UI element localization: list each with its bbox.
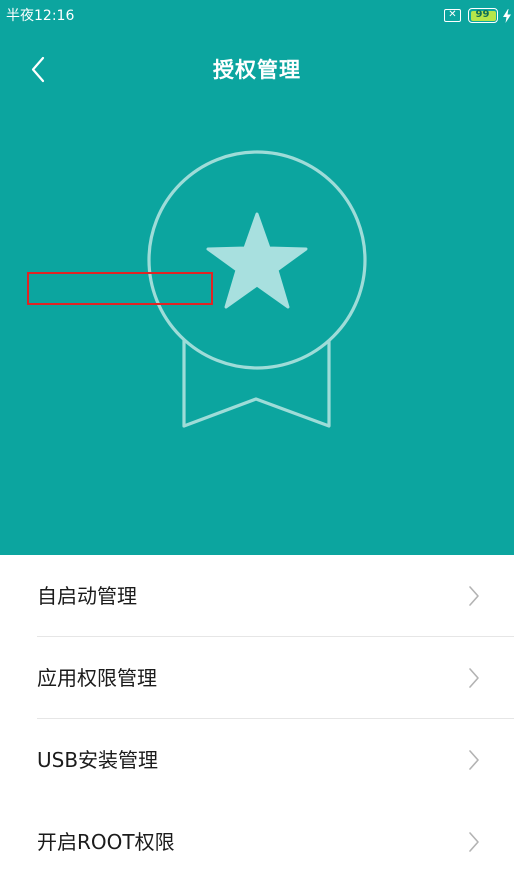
back-button[interactable] (22, 52, 58, 88)
battery-icon: 99 (468, 8, 498, 23)
highlight-box (27, 272, 213, 305)
chevron-right-icon (469, 586, 479, 606)
menu-item-label: 应用权限管理 (37, 666, 157, 690)
menu-item-usb-install[interactable]: USB安装管理 (0, 719, 514, 801)
menu-item-label: 开启ROOT权限 (37, 830, 175, 854)
menu-item-app-permissions[interactable]: 应用权限管理 (0, 637, 514, 719)
menu-item-autostart[interactable]: 自启动管理 (0, 555, 514, 637)
menu-item-label: 自启动管理 (37, 584, 137, 608)
back-arrow-icon (31, 56, 45, 83)
status-bar: 半夜12:16 ✕ 99 (0, 0, 514, 32)
menu-item-enable-root[interactable]: 开启ROOT权限 (0, 801, 514, 869)
chevron-right-icon (469, 750, 479, 770)
battery-level: 99 (475, 9, 490, 20)
charging-bolt-icon (503, 9, 511, 23)
sim-disabled-icon: ✕ (444, 9, 461, 22)
chevron-right-icon (469, 668, 479, 688)
status-time: 半夜12:16 (6, 8, 75, 24)
settings-list: 自启动管理 应用权限管理 USB安装管理 开启ROOT权限 (0, 555, 514, 869)
chevron-right-icon (469, 832, 479, 852)
menu-item-label: USB安装管理 (37, 748, 159, 772)
page-title: 授权管理 (213, 58, 301, 82)
